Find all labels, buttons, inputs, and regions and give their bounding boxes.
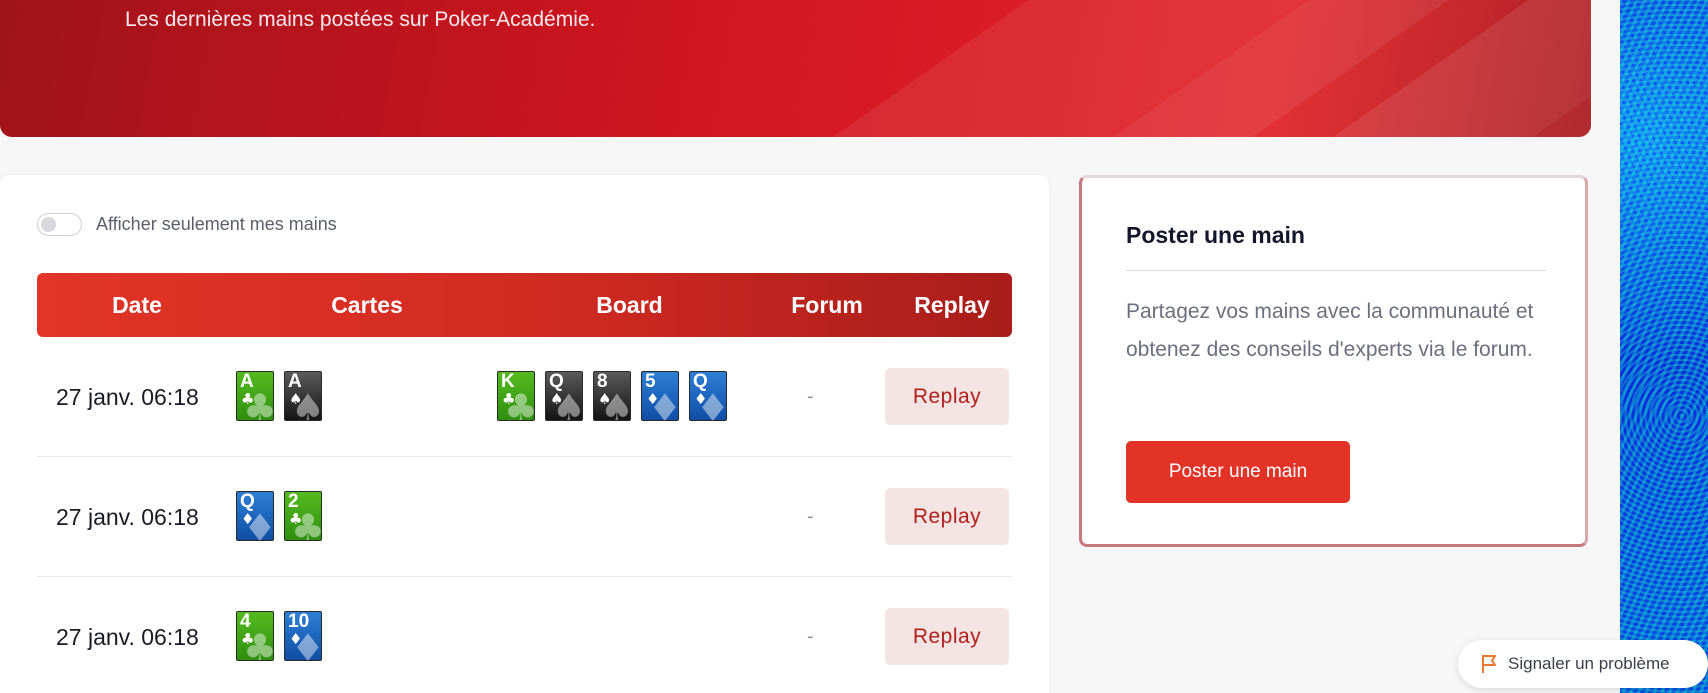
spade-icon: ♠ — [290, 386, 322, 421]
report-problem-label: Signaler un problème — [1508, 654, 1670, 673]
report-problem-button[interactable]: Signaler un problème — [1458, 640, 1708, 688]
playing-card-spade: A ♠ ♠ — [284, 371, 322, 421]
board-cards: K ♣ ♣ Q ♠ ♠ 8 ♠ ♠ 5 ♦ ♦ Q ♦ ♦ — [497, 371, 727, 421]
post-hand-card: Poster une main Partagez vos mains avec … — [1079, 175, 1588, 547]
club-icon: ♣ — [242, 386, 274, 421]
toggle-knob — [41, 217, 56, 232]
hole-cards: 4 ♣ ♣ 10 ♦ ♦ — [236, 611, 322, 661]
forum-link: - — [807, 386, 814, 407]
my-hands-toggle[interactable] — [37, 213, 82, 236]
toggle-label: Afficher seulement mes mains — [96, 214, 337, 234]
playing-card-diamond: 10 ♦ ♦ — [284, 611, 322, 661]
forum-link: - — [807, 626, 814, 647]
divider — [1126, 270, 1546, 271]
post-hand-description: Partagez vos mains avec la communauté et… — [1126, 300, 1534, 361]
hand-date: 27 janv. 06:18 — [56, 384, 199, 410]
club-icon: ♣ — [290, 506, 322, 541]
diamond-icon: ♦ — [647, 386, 679, 421]
spade-icon: ♠ — [551, 386, 583, 421]
playing-card-diamond: 5 ♦ ♦ — [641, 371, 679, 421]
column-header-board: Board — [596, 292, 663, 318]
hand-date: 27 janv. 06:18 — [56, 504, 199, 530]
table-header: Date Cartes Board Forum Replay — [37, 273, 1012, 337]
hand-date: 27 janv. 06:18 — [56, 624, 199, 650]
column-header-date: Date — [112, 292, 162, 318]
post-hand-button[interactable]: Poster une main — [1126, 441, 1350, 503]
diamond-icon: ♦ — [695, 386, 727, 421]
playing-card-spade: Q ♠ ♠ — [545, 371, 583, 421]
forum-link: - — [807, 506, 814, 527]
hero-banner: Les dernières mains postées sur Poker-Ac… — [0, 0, 1591, 137]
spade-icon: ♠ — [599, 386, 631, 421]
playing-card-club: K ♣ ♣ — [497, 371, 535, 421]
table-row: 27 janv. 06:18 A ♣ ♣ A ♠ ♠ K ♣ ♣ Q ♠ ♠ 8 ♠ ♠ 5 ♦ ♦ Q ♦ ♦ - … — [37, 337, 1012, 457]
playing-card-diamond: Q ♦ ♦ — [689, 371, 727, 421]
club-icon: ♣ — [503, 386, 535, 421]
replay-button[interactable]: Replay — [885, 368, 1009, 425]
playing-card-spade: 8 ♠ ♠ — [593, 371, 631, 421]
hole-cards: A ♣ ♣ A ♠ ♠ — [236, 371, 322, 421]
playing-card-diamond: Q ♦ ♦ — [236, 491, 274, 541]
flag-icon — [1482, 655, 1496, 673]
playing-card-club: A ♣ ♣ — [236, 371, 274, 421]
playing-card-club: 4 ♣ ♣ — [236, 611, 274, 661]
hero-subtitle: Les dernières mains postées sur Poker-Ac… — [125, 8, 596, 31]
table-row: 27 janv. 06:18 4 ♣ ♣ 10 ♦ ♦ - Replay — [37, 577, 1012, 693]
post-hand-title: Poster une main — [1126, 222, 1305, 248]
column-header-cards: Cartes — [331, 292, 403, 318]
club-icon: ♣ — [242, 626, 274, 661]
background-decoration — [1620, 0, 1708, 693]
table-row: 27 janv. 06:18 Q ♦ ♦ 2 ♣ ♣ - Replay — [37, 457, 1012, 577]
my-hands-filter: Afficher seulement mes mains — [37, 213, 337, 236]
replay-button[interactable]: Replay — [885, 608, 1009, 665]
hands-table-card: Afficher seulement mes mains Date Cartes… — [0, 175, 1049, 693]
column-header-replay: Replay — [914, 292, 990, 318]
diamond-icon: ♦ — [290, 626, 322, 661]
replay-button[interactable]: Replay — [885, 488, 1009, 545]
column-header-forum: Forum — [791, 292, 863, 318]
playing-card-club: 2 ♣ ♣ — [284, 491, 322, 541]
hole-cards: Q ♦ ♦ 2 ♣ ♣ — [236, 491, 322, 541]
diamond-icon: ♦ — [242, 506, 274, 541]
